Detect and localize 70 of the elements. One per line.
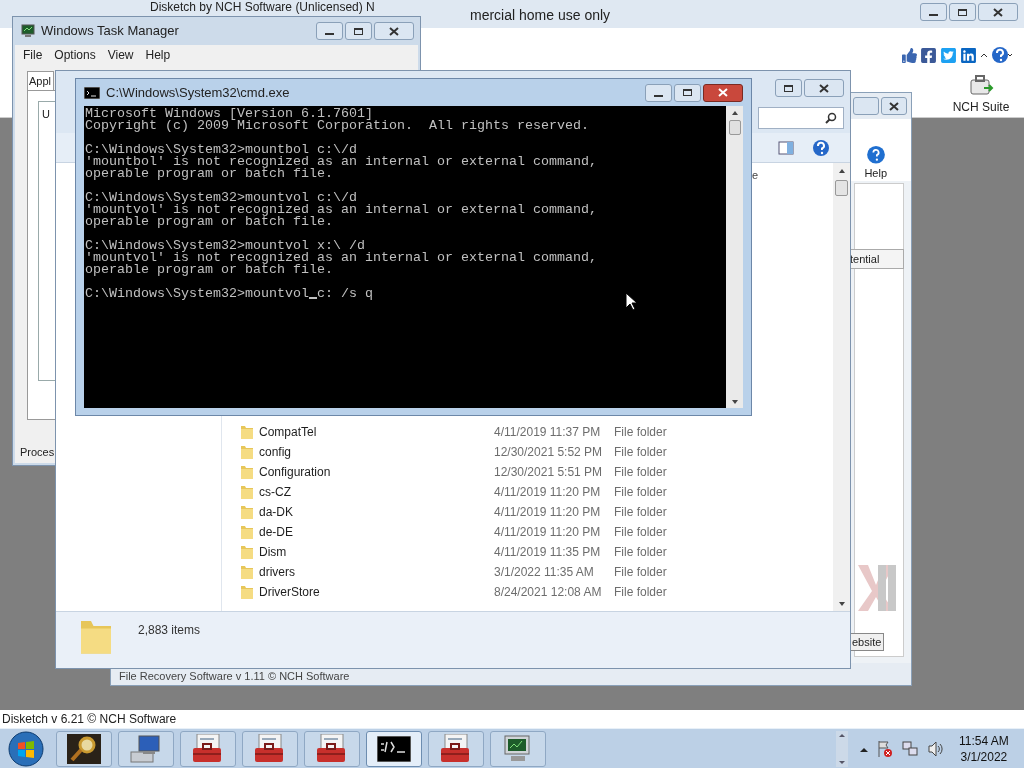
file-type: File folder: [614, 444, 667, 461]
status-text: Proces: [20, 444, 55, 460]
file-date: 3/1/2022 11:35 AM: [494, 564, 595, 581]
status-text: File Recovery Software v 1.11 © NCH Software: [119, 668, 350, 684]
window-title: mercial home use only: [470, 6, 611, 25]
file-date: 4/11/2019 11:37 PM: [494, 424, 602, 441]
file-date: 12/30/2021 5:52 PM: [494, 444, 604, 461]
menu-item[interactable]: File: [23, 46, 43, 64]
clock-date: 3/1/2022: [960, 748, 1008, 765]
clock[interactable]: 11:54 AM 3/1/2022: [959, 732, 1009, 765]
console-line: operable program or batch file.: [85, 264, 334, 276]
file-type: File folder: [614, 464, 667, 481]
file-name: Dism: [259, 544, 288, 561]
tab[interactable]: tential: [849, 249, 904, 269]
file-type: File folder: [614, 584, 667, 601]
tab[interactable]: Appl: [27, 71, 54, 90]
file-name: Configuration: [259, 464, 332, 481]
file-date: 4/11/2019 11:20 PM: [494, 484, 602, 501]
console-line: 'mountvol' is not recognized as an internal or external command,: [85, 252, 598, 264]
file-type: File folder: [614, 564, 667, 581]
console-line: Copyright (c) 2009 Microsoft Corporation. All rights reserved.: [85, 120, 590, 132]
file-row[interactable]: CompatTel 4/11/2019 11:37 PM File folder: [222, 422, 833, 442]
file-date: 8/24/2021 12:08 AM: [494, 584, 603, 601]
file-name: drivers: [259, 564, 296, 581]
clock-time: 11:54 AM: [959, 732, 1009, 749]
website-button[interactable]: ebsite: [849, 633, 885, 651]
file-type: File folder: [614, 484, 667, 501]
file-date: 12/30/2021 5:51 PM: [494, 464, 604, 481]
console-line: 'mountbol' is not recognized as an internal or external command,: [85, 156, 598, 168]
console-line: operable program or batch file.: [85, 216, 334, 228]
file-row[interactable]: DriverStore 8/24/2021 12:08 AM File folder: [222, 582, 833, 602]
console-input[interactable]: C:\Windows\System32>mountvol c: /s q: [85, 288, 726, 300]
suite-button[interactable]: NCH Suite: [945, 74, 1017, 116]
file-type: File folder: [614, 544, 667, 561]
file-type: File folder: [614, 504, 667, 521]
file-row[interactable]: Configuration 12/30/2021 5:51 PM File folder: [222, 462, 833, 482]
file-row[interactable]: config 12/30/2021 5:52 PM File folder: [222, 442, 833, 462]
file-name: CompatTel: [259, 424, 318, 441]
column-header[interactable]: e: [752, 166, 759, 184]
console-line: Microsoft Windows [Version 6.1.7601]: [85, 108, 373, 120]
console-line: C:\Windows\System32>mountvol c:\/d: [85, 192, 358, 204]
console-line: C:\Windows\System32>mountvol x:\ /d: [85, 240, 366, 252]
column-header[interactable]: U: [42, 108, 50, 120]
file-date: 4/11/2019 11:35 PM: [494, 544, 602, 561]
console-line: operable program or batch file.: [85, 168, 334, 180]
file-name: de-DE: [259, 524, 294, 541]
window-title: C:\Windows\System32\cmd.exe: [106, 83, 290, 102]
file-type: File folder: [614, 424, 667, 441]
file-name: config: [259, 444, 293, 461]
menu-item[interactable]: View: [107, 46, 134, 64]
file-date: 4/11/2019 11:20 PM: [494, 524, 602, 541]
item-count: 2,883 items: [138, 622, 201, 639]
window-title: Disketch by NCH Software (Unlicensed) N: [150, 0, 375, 14]
file-row[interactable]: cs-CZ 4/11/2019 11:20 PM File folder: [222, 482, 833, 502]
menu-item[interactable]: Help: [145, 46, 171, 64]
help-button[interactable]: Help: [864, 145, 887, 181]
file-row[interactable]: drivers 3/1/2022 11:35 AM File folder: [222, 562, 833, 582]
console-line: 'mountvol' is not recognized as an internal or external command,: [85, 204, 598, 216]
file-row[interactable]: de-DE 4/11/2019 11:20 PM File folder: [222, 522, 833, 542]
file-name: cs-CZ: [259, 484, 292, 501]
file-name: da-DK: [259, 504, 294, 521]
menu-item[interactable]: Options: [54, 46, 96, 64]
file-name: DriverStore: [259, 584, 321, 601]
file-date: 4/11/2019 11:20 PM: [494, 504, 602, 521]
file-row[interactable]: da-DK 4/11/2019 11:20 PM File folder: [222, 502, 833, 522]
file-type: File folder: [614, 524, 667, 541]
status-text: Disketch v 6.21 © NCH Software: [2, 711, 177, 728]
console-line: C:\Windows\System32>mountbol c:\/d: [85, 144, 358, 156]
file-row[interactable]: Dism 4/11/2019 11:35 PM File folder: [222, 542, 833, 562]
window-title: Windows Task Manager: [41, 22, 179, 41]
